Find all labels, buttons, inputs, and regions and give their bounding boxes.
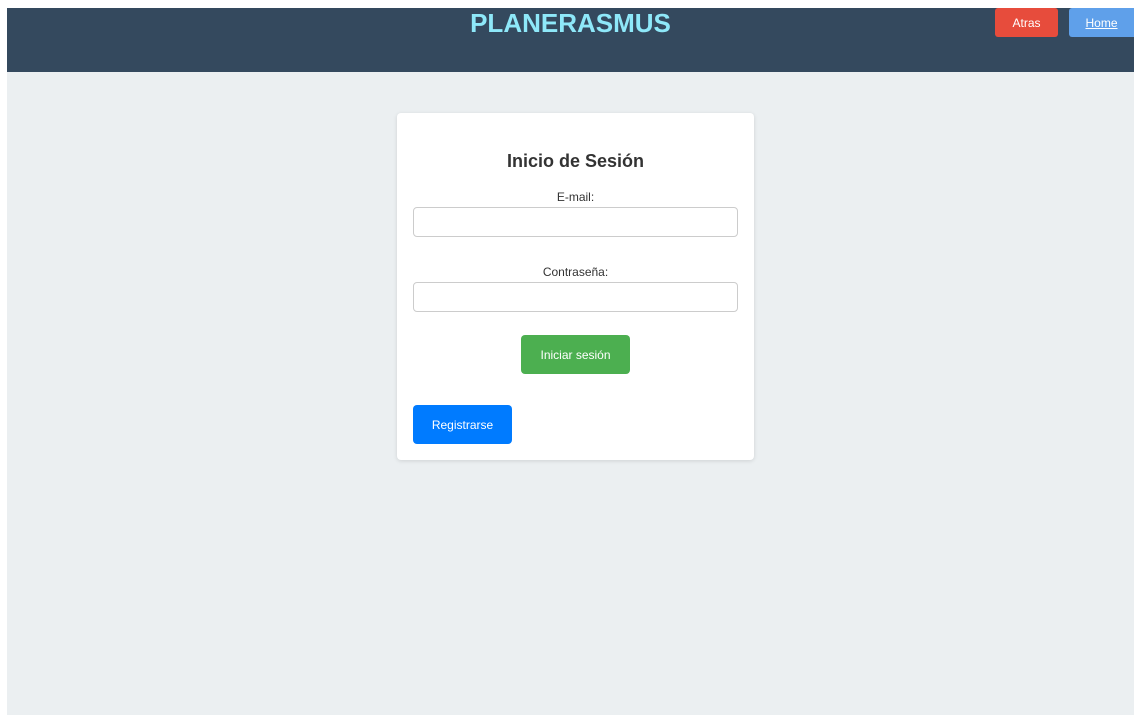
login-submit-button[interactable]: Iniciar sesión (521, 335, 630, 374)
register-button[interactable]: Registrarse (413, 405, 512, 444)
home-link-button[interactable]: Home (1069, 8, 1134, 37)
top-header: PLANERASMUS Atras Home (7, 8, 1134, 72)
password-label: Contraseña: (542, 265, 609, 279)
page-viewport: PLANERASMUS Atras Home Inicio de Sesión … (7, 8, 1134, 715)
brand-title: PLANERASMUS (470, 8, 671, 38)
login-card: Inicio de Sesión E-mail: Contraseña: Ini… (397, 113, 754, 460)
email-label: E-mail: (556, 190, 595, 204)
login-title: Inicio de Sesión (506, 151, 645, 171)
back-button[interactable]: Atras (995, 8, 1058, 37)
password-field[interactable] (413, 282, 738, 312)
email-field[interactable] (413, 207, 738, 237)
